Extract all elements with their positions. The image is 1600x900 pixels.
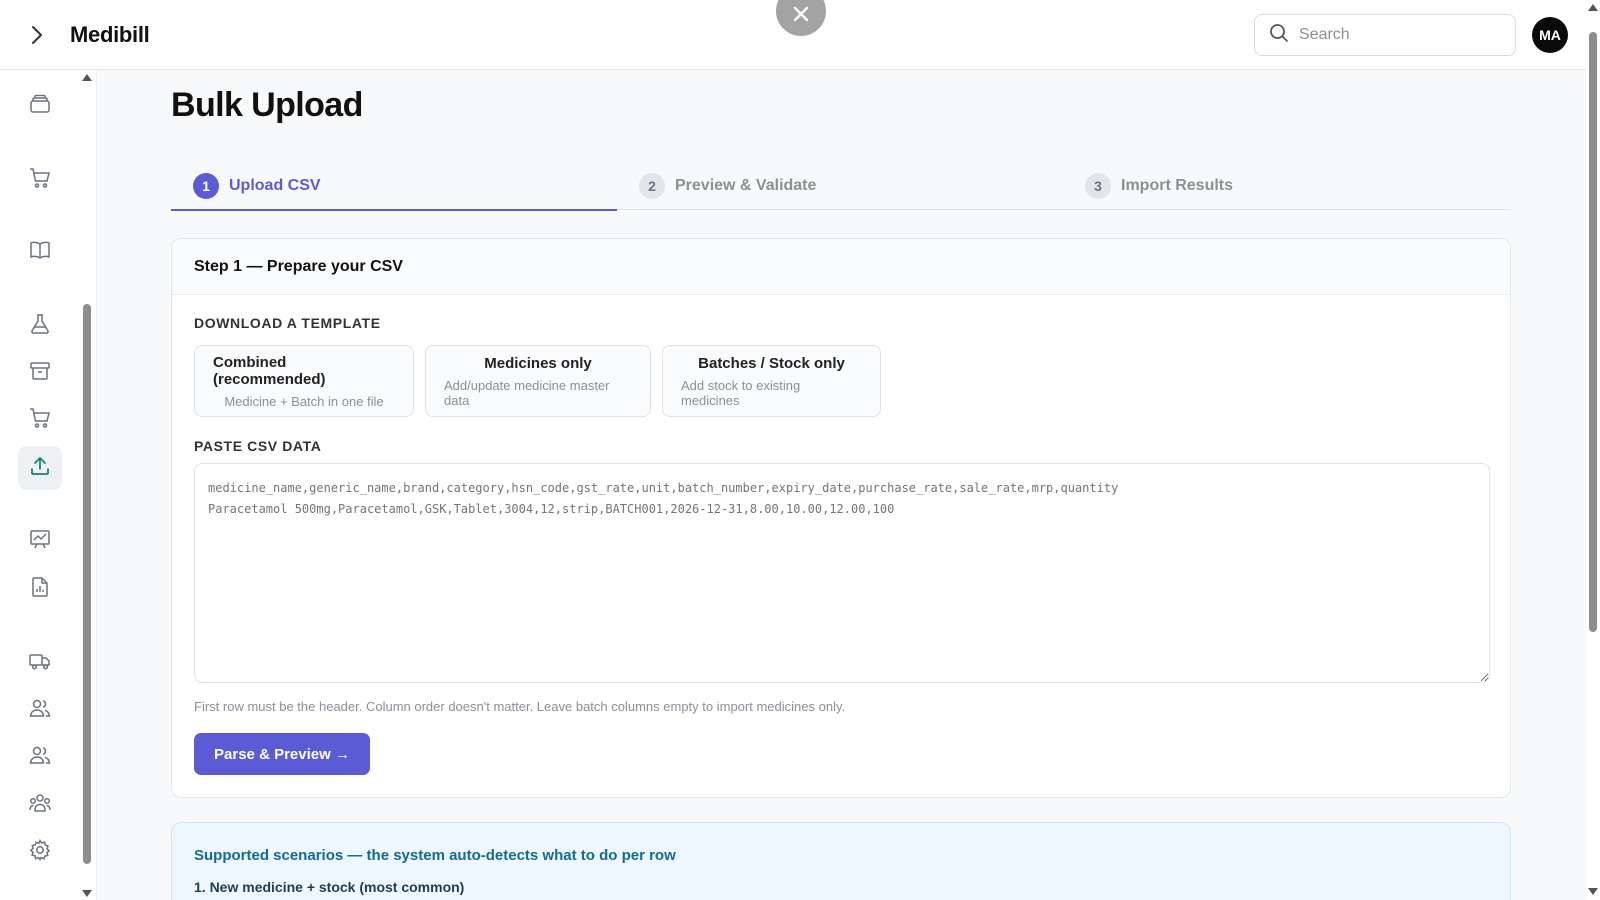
page-title: Bulk Upload (171, 86, 363, 124)
chevron-right-icon[interactable] (24, 22, 50, 48)
team-icon (28, 791, 52, 820)
flask-icon (28, 312, 52, 341)
user-avatar[interactable]: MA (1532, 17, 1568, 53)
sidebar-item-inventory[interactable] (18, 84, 62, 128)
parse-preview-button[interactable]: Parse & Preview → (194, 733, 370, 775)
users-icon (28, 696, 52, 725)
step-tabs: 1 Upload CSV 2 Preview & Validate 3 Impo… (171, 162, 1511, 211)
template-medicines-button[interactable]: Medicines only Add/update medicine maste… (425, 345, 651, 417)
scenario-item: 1. New medicine + stock (most common) (194, 879, 465, 895)
template-subtitle: Add/update medicine master data (444, 377, 610, 408)
sidebar-item-reports[interactable] (18, 567, 62, 611)
template-title: Combined (recommended) (213, 353, 326, 388)
template-subtitle: Medicine + Batch in one file (224, 393, 384, 409)
users-icon (28, 743, 52, 772)
tab-upload-csv[interactable]: 1 Upload CSV (171, 162, 617, 211)
sidebar-item-lab[interactable] (18, 304, 62, 348)
cart-icon (28, 166, 52, 195)
step-number: 2 (639, 173, 665, 199)
scenarios-title: Supported scenarios — the system auto-de… (194, 847, 676, 864)
template-title: Batches / Stock only (698, 354, 845, 372)
sidebar-scroll-down-arrow[interactable] (82, 890, 92, 897)
card-title: Step 1 — Prepare your CSV (172, 239, 1510, 295)
paste-csv-label: PASTE CSV DATA (194, 438, 322, 454)
gear-icon (28, 838, 52, 867)
template-batches-button[interactable]: Batches / Stock only Add stock to existi… (662, 345, 881, 417)
tab-preview-validate[interactable]: 2 Preview & Validate (617, 162, 1063, 210)
sidebar-item-teams[interactable] (18, 783, 62, 827)
archive-icon (28, 359, 52, 388)
tab-import-results[interactable]: 3 Import Results (1063, 162, 1509, 210)
sidebar-item-purchases[interactable] (18, 398, 62, 442)
app-brand: Medibill (70, 22, 150, 47)
template-combined-button[interactable]: Combined (recommended) Medicine + Batch … (194, 345, 414, 417)
sidebar-scroll-up-arrow[interactable] (82, 74, 92, 81)
step-number: 3 (1085, 173, 1111, 199)
sidebar-item-archive[interactable] (18, 351, 62, 395)
sidebar-item-analytics[interactable] (18, 519, 62, 563)
book-icon (28, 238, 52, 267)
page-scroll-up-arrow[interactable] (1588, 4, 1598, 11)
step-label: Preview & Validate (675, 177, 817, 194)
sidebar-item-customers[interactable] (18, 688, 62, 732)
sidebar-item-staff[interactable] (18, 735, 62, 779)
template-subtitle: Add stock to existing medicines (681, 377, 801, 408)
template-options: Combined (recommended) Medicine + Batch … (194, 345, 881, 417)
download-template-label: DOWNLOAD A TEMPLATE (194, 315, 381, 331)
supported-scenarios-panel: Supported scenarios — the system auto-de… (171, 822, 1511, 900)
sidebar-item-delivery[interactable] (18, 641, 62, 685)
cart-icon (28, 406, 52, 435)
truck-icon (28, 649, 52, 678)
chart-board-icon (28, 527, 52, 556)
sidebar (0, 70, 97, 900)
step-label: Import Results (1121, 177, 1234, 194)
step-number: 1 (193, 173, 219, 199)
report-file-icon (28, 575, 52, 604)
prepare-csv-card: Step 1 — Prepare your CSV DOWNLOAD A TEM… (171, 238, 1511, 798)
csv-hint: First row must be the header. Column ord… (194, 699, 846, 714)
sidebar-item-catalog[interactable] (18, 230, 62, 274)
sidebar-item-bulk-upload[interactable] (18, 446, 62, 490)
page-scrollbar-thumb[interactable] (1589, 32, 1597, 632)
sidebar-item-settings[interactable] (18, 830, 62, 874)
search-box[interactable] (1254, 14, 1516, 56)
sidebar-scrollbar-thumb[interactable] (83, 304, 91, 864)
close-icon (792, 5, 810, 28)
template-title: Medicines only (484, 354, 592, 372)
layers-icon (28, 92, 52, 121)
search-input[interactable] (1299, 26, 1499, 44)
step-label: Upload CSV (229, 177, 321, 194)
csv-textarea[interactable] (194, 463, 1490, 683)
upload-icon (28, 454, 52, 483)
page-scroll-down-arrow[interactable] (1588, 888, 1598, 895)
sidebar-item-sales[interactable] (18, 158, 62, 202)
search-icon (1269, 23, 1289, 48)
